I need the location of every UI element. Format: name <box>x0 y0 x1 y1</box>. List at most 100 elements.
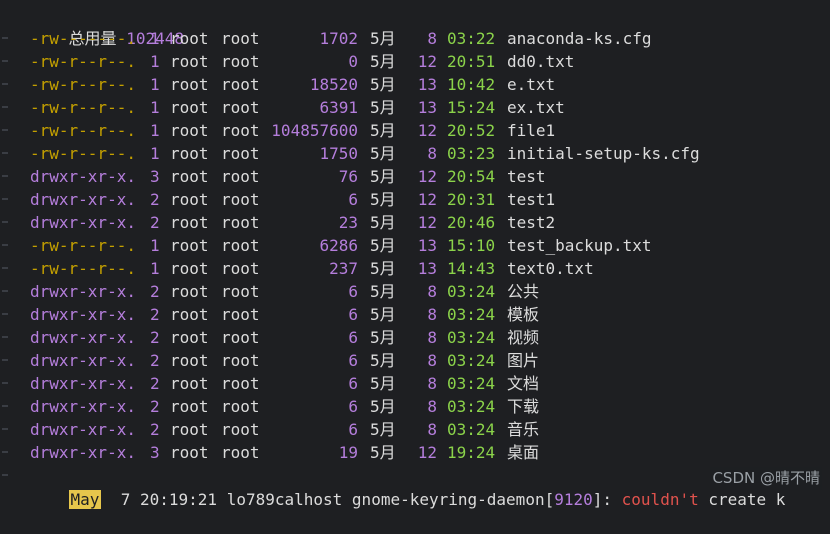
row-time: 03:23 <box>447 144 496 163</box>
row-month: 5月 <box>370 190 396 209</box>
row-month: 5月 <box>370 144 396 163</box>
row-time: 19:24 <box>447 443 496 462</box>
row-permissions: drwxr-xr-x. <box>30 167 136 186</box>
row-links: 2 <box>150 305 160 324</box>
row-day: 8 <box>427 351 437 370</box>
row-filename: 下载 <box>507 397 540 416</box>
listing-row: drwxr-xr-x. 2 root root 6 5月 8 03:24 图片 <box>0 349 830 372</box>
row-day: 8 <box>427 29 437 48</box>
row-permissions: -rw-r--r--. <box>30 52 136 71</box>
row-user: root <box>170 213 209 232</box>
row-links: 1 <box>150 29 160 48</box>
row-day: 12 <box>417 213 437 232</box>
row-group: root <box>221 351 260 370</box>
row-time: 03:24 <box>447 374 496 393</box>
row-size: 6 <box>348 305 358 324</box>
row-filename: test1 <box>507 190 556 209</box>
row-month: 5月 <box>370 305 396 324</box>
terminal-window[interactable]: 总用量 102448 -rw-------. 1 root root 1702 5月 8 03… <box>0 0 830 509</box>
row-permissions: -rw-r--r--. <box>30 75 136 94</box>
row-filename: 桌面 <box>507 443 540 462</box>
listing-row: -rw-------. 1 root root 1702 5月 8 03:22 anaconda… <box>0 27 830 50</box>
row-permissions: -rw-r--r--. <box>30 98 136 117</box>
row-month: 5月 <box>370 213 396 232</box>
row-links: 1 <box>150 259 160 278</box>
row-user: root <box>170 282 209 301</box>
row-permissions: drwxr-xr-x. <box>30 397 136 416</box>
row-filename: e.txt <box>507 75 556 94</box>
row-links: 2 <box>150 351 160 370</box>
row-group: root <box>221 98 260 117</box>
row-month: 5月 <box>370 121 396 140</box>
row-group: root <box>221 190 260 209</box>
row-filename: 公共 <box>507 282 540 301</box>
row-user: root <box>170 167 209 186</box>
row-day: 13 <box>417 259 437 278</box>
row-time: 03:24 <box>447 351 496 370</box>
row-filename: 视频 <box>507 328 540 347</box>
row-day: 12 <box>417 52 437 71</box>
row-time: 03:24 <box>447 420 496 439</box>
row-day: 13 <box>417 98 437 117</box>
row-filename: test2 <box>507 213 556 232</box>
row-day: 13 <box>417 75 437 94</box>
row-filename: 文档 <box>507 374 540 393</box>
row-links: 1 <box>150 236 160 255</box>
row-size: 76 <box>338 167 358 186</box>
row-group: root <box>221 420 260 439</box>
row-user: root <box>170 420 209 439</box>
gutter-mark <box>2 474 8 476</box>
row-permissions: drwxr-xr-x. <box>30 190 136 209</box>
row-filename: 图片 <box>507 351 540 370</box>
row-size: 6391 <box>319 98 358 117</box>
row-links: 2 <box>150 397 160 416</box>
row-time: 20:51 <box>447 52 496 71</box>
row-permissions: drwxr-xr-x. <box>30 374 136 393</box>
row-month: 5月 <box>370 167 396 186</box>
row-group: root <box>221 282 260 301</box>
listing-row: -rw-r--r--. 1 root root 6391 5月 13 15:24 ex.txt <box>0 96 830 119</box>
row-links: 1 <box>150 121 160 140</box>
row-permissions: drwxr-xr-x. <box>30 282 136 301</box>
row-user: root <box>170 121 209 140</box>
row-user: root <box>170 443 209 462</box>
row-size: 23 <box>338 213 358 232</box>
row-size: 6 <box>348 351 358 370</box>
row-day: 8 <box>427 282 437 301</box>
listing-row: -rw-r--r--. 1 root root 1750 5月 8 03:23 initial-… <box>0 142 830 165</box>
row-size: 1702 <box>319 29 358 48</box>
row-group: root <box>221 29 260 48</box>
row-permissions: -rw-------. <box>30 29 136 48</box>
row-day: 8 <box>427 374 437 393</box>
row-size: 6 <box>348 420 358 439</box>
row-month: 5月 <box>370 420 396 439</box>
row-day: 12 <box>417 443 437 462</box>
row-day: 12 <box>417 190 437 209</box>
row-day: 12 <box>417 167 437 186</box>
row-day: 8 <box>427 305 437 324</box>
row-permissions: drwxr-xr-x. <box>30 328 136 347</box>
row-filename: 模板 <box>507 305 540 324</box>
row-permissions: -rw-r--r--. <box>30 121 136 140</box>
row-permissions: drwxr-xr-x. <box>30 420 136 439</box>
row-links: 2 <box>150 420 160 439</box>
row-time: 03:24 <box>447 305 496 324</box>
row-size: 6 <box>348 397 358 416</box>
row-permissions: -rw-r--r--. <box>30 236 136 255</box>
row-group: root <box>221 328 260 347</box>
row-size: 6 <box>348 190 358 209</box>
row-time: 10:42 <box>447 75 496 94</box>
row-time: 20:54 <box>447 167 496 186</box>
row-filename: anaconda-ks.cfg <box>507 29 652 48</box>
watermark: CSDN @晴不晴 <box>710 467 822 490</box>
row-user: root <box>170 328 209 347</box>
row-links: 2 <box>150 328 160 347</box>
listing-row: -rw-r--r--. 1 root root 104857600 5月 12 20:52 fi… <box>0 119 830 142</box>
row-user: root <box>170 397 209 416</box>
row-month: 5月 <box>370 52 396 71</box>
row-month: 5月 <box>370 259 396 278</box>
row-user: root <box>170 351 209 370</box>
row-filename: text0.txt <box>507 259 594 278</box>
row-user: root <box>170 75 209 94</box>
listing-row: -rw-r--r--. 1 root root 0 5月 12 20:51 dd0.txt <box>0 50 830 73</box>
